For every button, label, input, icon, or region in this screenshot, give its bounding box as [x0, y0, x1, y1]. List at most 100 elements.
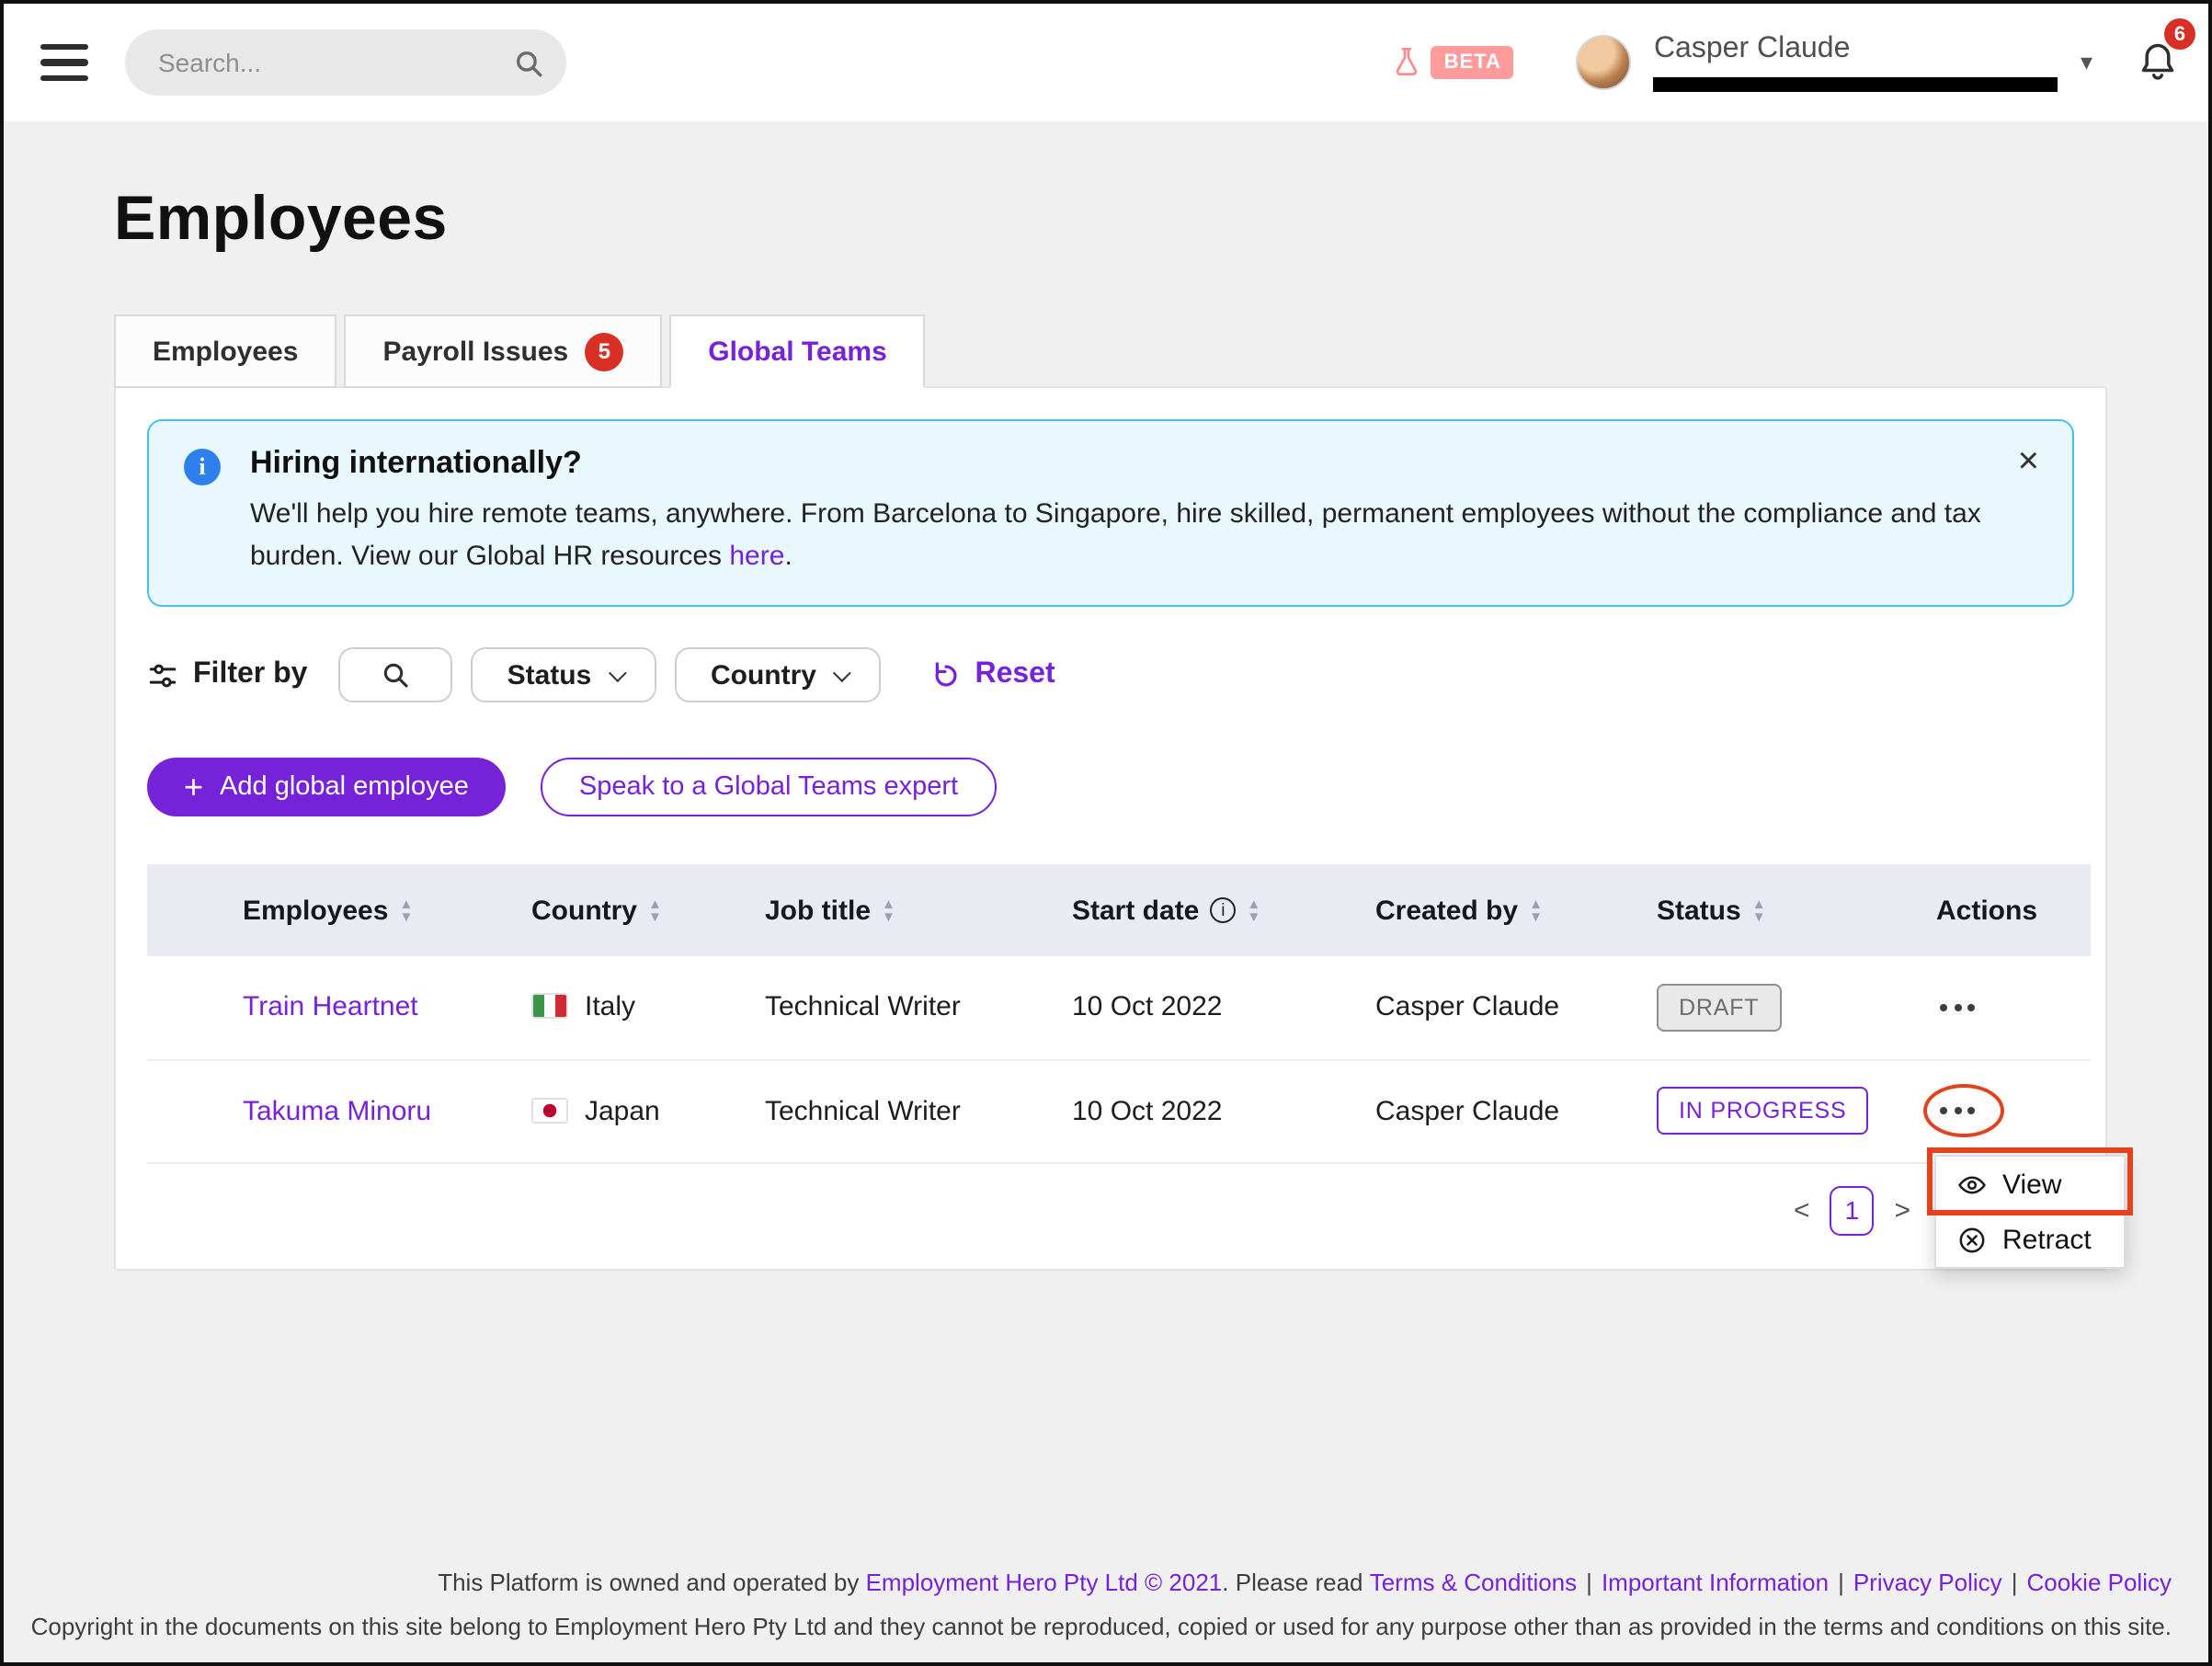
tab-global-teams[interactable]: Global Teams — [669, 314, 926, 388]
add-global-employee-label: Add global employee — [220, 772, 469, 802]
banner-title: Hiring internationally? — [250, 445, 1984, 482]
filter-icon — [147, 659, 178, 690]
avatar[interactable] — [1577, 35, 1632, 90]
column-header-created-by[interactable]: Created by — [1375, 895, 1657, 926]
beta-indicator: BETA — [1393, 46, 1514, 79]
flask-icon — [1393, 46, 1422, 79]
menu-item-view-label: View — [2002, 1169, 2062, 1200]
employee-name-link[interactable]: Train Heartnet — [243, 992, 418, 1023]
tab-global-teams-label: Global Teams — [708, 336, 887, 367]
job-title: Technical Writer — [765, 1059, 1072, 1162]
global-hr-resources-link[interactable]: here — [729, 540, 784, 571]
beta-badge: BETA — [1431, 46, 1514, 79]
hamburger-menu-icon[interactable] — [40, 44, 88, 81]
tab-payroll-issues[interactable]: Payroll Issues 5 — [344, 314, 662, 388]
notification-badge: 6 — [2164, 18, 2195, 50]
country-label: Italy — [585, 992, 635, 1023]
column-header-employees[interactable]: Employees — [243, 895, 531, 926]
row-actions-button[interactable] — [1936, 997, 1978, 1019]
pagination: < 1 > — [116, 1185, 1910, 1235]
status-badge: DRAFT — [1657, 984, 1781, 1032]
sort-icon — [1247, 897, 1260, 923]
top-bar: BETA Casper Claude ▾ 6 — [4, 4, 2208, 121]
cookie-policy-link[interactable]: Cookie Policy — [2026, 1569, 2172, 1596]
reset-label: Reset — [975, 658, 1055, 691]
header-label: Job title — [765, 895, 871, 926]
sort-icon — [1529, 897, 1543, 923]
column-header-country[interactable]: Country — [531, 895, 765, 926]
column-header-job-title[interactable]: Job title — [765, 895, 1072, 926]
table-header-row: Employees Country Job title Start date C… — [147, 864, 2091, 956]
main-content: Employees Employees Payroll Issues 5 Glo… — [4, 184, 2208, 1270]
footer-text: . Please read — [1222, 1569, 1369, 1596]
redacted-email — [1654, 77, 2058, 92]
separator: | — [2012, 1569, 2018, 1596]
tab-payroll-label: Payroll Issues — [382, 336, 568, 367]
row-actions-button[interactable] — [1936, 1100, 1978, 1122]
job-title: Technical Writer — [765, 956, 1072, 1059]
menu-item-view[interactable]: View — [1936, 1157, 2124, 1212]
created-by: Casper Claude — [1375, 956, 1657, 1059]
user-name: Casper Claude — [1654, 33, 2066, 66]
filter-search-button[interactable] — [338, 647, 452, 702]
pagination-prev-button[interactable]: < — [1794, 1194, 1810, 1226]
start-date-info-icon[interactable] — [1210, 897, 1236, 923]
banner-body: We'll help you hire remote teams, anywhe… — [250, 495, 1984, 577]
column-header-start-date[interactable]: Start date — [1072, 895, 1375, 926]
header-label: Country — [531, 895, 637, 926]
search-input[interactable] — [154, 46, 513, 79]
reset-icon — [930, 659, 962, 690]
country-filter-dropdown[interactable]: Country — [675, 647, 881, 702]
footer-text: This Platform is owned and operated by — [438, 1569, 865, 1596]
global-teams-panel: Hiring internationally? We'll help you h… — [114, 386, 2107, 1270]
terms-conditions-link[interactable]: Terms & Conditions — [1370, 1569, 1577, 1596]
app-window: BETA Casper Claude ▾ 6 Employees Employe… — [0, 0, 2212, 1666]
status-filter-label: Status — [507, 659, 592, 690]
table-row: Train Heartnet Italy Technical Writer 10… — [147, 956, 2091, 1059]
pagination-page-1-button[interactable]: 1 — [1830, 1185, 1874, 1235]
retract-icon — [1956, 1224, 1988, 1255]
user-menu-chevron-icon[interactable]: ▾ — [2081, 48, 2092, 77]
speak-to-expert-label: Speak to a Global Teams expert — [579, 772, 958, 802]
menu-item-retract[interactable]: Retract — [1936, 1212, 2124, 1267]
plus-icon — [184, 768, 203, 806]
footer-line-1: This Platform is owned and operated by E… — [4, 1569, 2172, 1596]
start-date: 10 Oct 2022 — [1072, 1059, 1375, 1162]
chevron-down-icon — [833, 663, 851, 681]
header-label: Created by — [1375, 895, 1518, 926]
status-badge: IN PROGRESS — [1657, 1087, 1868, 1135]
info-banner: Hiring internationally? We'll help you h… — [147, 419, 2074, 607]
payroll-issues-badge: 5 — [585, 332, 623, 371]
italy-flag-icon — [531, 994, 568, 1020]
banner-close-icon[interactable] — [2011, 436, 2047, 487]
search-icon — [381, 660, 410, 690]
header-label: Status — [1657, 895, 1741, 926]
important-information-link[interactable]: Important Information — [1602, 1569, 1829, 1596]
sort-icon — [882, 897, 895, 923]
privacy-policy-link[interactable]: Privacy Policy — [1853, 1569, 2002, 1596]
reset-filters-button[interactable]: Reset — [930, 658, 1055, 691]
employment-hero-link[interactable]: Employment Hero Pty Ltd © 2021 — [866, 1569, 1223, 1596]
header-label: Actions — [1936, 895, 2037, 926]
employees-table: Employees Country Job title Start date C… — [147, 864, 2091, 1163]
sort-icon — [399, 897, 413, 923]
sort-icon — [648, 897, 662, 923]
search-icon — [513, 47, 544, 78]
notification-bell-icon[interactable]: 6 — [2137, 40, 2179, 85]
pagination-next-button[interactable]: > — [1894, 1194, 1910, 1226]
status-filter-dropdown[interactable]: Status — [471, 647, 656, 702]
menu-item-retract-label: Retract — [2002, 1224, 2092, 1255]
tab-bar: Employees Payroll Issues 5 Global Teams — [114, 314, 2208, 388]
country-filter-label: Country — [711, 659, 816, 690]
page-title: Employees — [114, 184, 2208, 256]
footer-line-2: Copyright in the documents on this site … — [4, 1613, 2172, 1640]
speak-to-expert-button[interactable]: Speak to a Global Teams expert — [541, 758, 997, 816]
created-by: Casper Claude — [1375, 1059, 1657, 1162]
employee-name-link[interactable]: Takuma Minoru — [243, 1095, 431, 1126]
global-search[interactable] — [125, 29, 566, 96]
add-global-employee-button[interactable]: Add global employee — [147, 758, 506, 816]
column-header-status[interactable]: Status — [1657, 895, 1936, 926]
tab-employees[interactable]: Employees — [114, 314, 336, 388]
column-header-actions: Actions — [1936, 895, 2091, 926]
filter-row: Filter by Status Country Reset — [147, 647, 2074, 702]
